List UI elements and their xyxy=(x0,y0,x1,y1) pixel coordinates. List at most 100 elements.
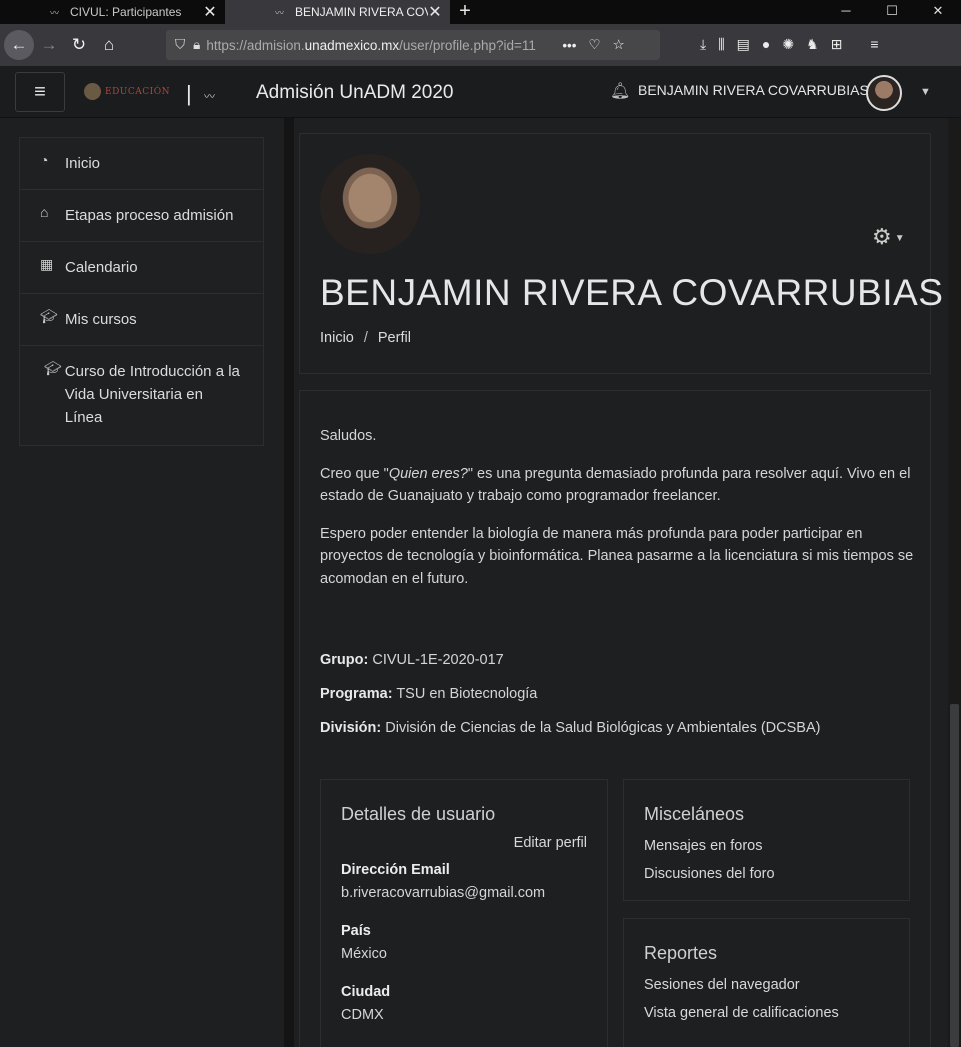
graduation-cap-icon: 🎓︎ xyxy=(40,308,58,324)
url-text: https://admision.unadmexico.mx/user/prof… xyxy=(206,37,536,53)
extension-icon[interactable]: ♞ xyxy=(806,36,819,53)
description-paragraph: Creo que "Quien eres?" es una pregunta d… xyxy=(320,465,911,505)
window-controls: ─ ☐ ✕ xyxy=(823,0,961,24)
maximize-icon[interactable]: ☐ xyxy=(869,0,915,24)
nav-drawer-toggle[interactable]: ≡ xyxy=(15,72,65,112)
minimize-icon[interactable]: ─ xyxy=(823,0,869,24)
reports-links: Sesiones del navegador Vista general de … xyxy=(644,972,839,1027)
description-greeting: Saludos. xyxy=(320,428,377,444)
sidebar-item-label: Curso de Introducción a la Vida Universi… xyxy=(64,363,240,426)
more-actions-icon[interactable]: ••• xyxy=(562,38,576,53)
site-favicon-icon: 〰 xyxy=(50,8,60,18)
misc-card: Misceláneos Mensajes en foros Discusione… xyxy=(623,779,910,901)
sidebar-item-label: Mis cursos xyxy=(65,311,137,328)
sidebar-icon[interactable]: ▤ xyxy=(737,36,750,53)
extension-icon[interactable]: ⊞ xyxy=(831,36,843,53)
reload-button[interactable]: ↻ xyxy=(64,30,94,60)
browser-tab-bar: 〰 CIVUL: Participantes ✕ 〰 BENJAMIN RIVE… xyxy=(0,0,961,24)
site-title[interactable]: Admisión UnADM 2020 xyxy=(256,82,453,104)
hamburger-menu-icon[interactable]: ≡ xyxy=(870,36,878,53)
gear-icon[interactable]: ⚙ ▼ xyxy=(872,224,905,250)
site-favicon-icon: 〰 xyxy=(275,8,285,18)
dashboard-icon: ◔ xyxy=(40,152,49,168)
chevron-down-icon[interactable]: ▼ xyxy=(920,86,931,98)
card-title: Detalles de usuario xyxy=(341,804,496,824)
forum-posts-link[interactable]: Mensajes en foros xyxy=(644,833,775,861)
back-button[interactable]: ← xyxy=(4,30,34,60)
scrollbar-thumb[interactable] xyxy=(950,704,959,1047)
tab-title: CIVUL: Participantes xyxy=(70,5,182,19)
avatar[interactable] xyxy=(866,75,902,111)
breadcrumb: Inicio / Perfil xyxy=(320,330,411,346)
browser-tab-active[interactable]: 〰 BENJAMIN RIVERA COVARRUBIAS ✕ xyxy=(225,0,450,24)
home-button[interactable]: ⌂ xyxy=(94,30,124,60)
avatar xyxy=(320,154,420,254)
graduation-cap-icon: 🎓︎ xyxy=(44,360,62,376)
drawer-gutter xyxy=(284,118,294,1047)
page-title: BENJAMIN RIVERA COVARRUBIAS xyxy=(320,272,944,313)
download-icon[interactable]: ⤓ xyxy=(700,36,706,53)
description-paragraph: Espero poder entender la biología de man… xyxy=(320,525,914,587)
bookmark-star-icon[interactable]: ☆ xyxy=(613,37,625,53)
sidebar-item-calendario[interactable]: ▦ Calendario xyxy=(20,242,263,294)
profile-field-division: División: División de Ciencias de la Sal… xyxy=(320,720,821,736)
edit-profile-link[interactable]: Editar perfil xyxy=(514,835,587,851)
detail-email: Dirección Email b.riveracovarrubias@gmail… xyxy=(341,862,546,901)
breadcrumb-separator: / xyxy=(363,330,368,346)
new-tab-button[interactable]: + xyxy=(450,0,480,24)
sidebar-item-etapas[interactable]: ⌂ Etapas proceso admisión xyxy=(20,190,263,242)
chevron-down-icon: ▼ xyxy=(894,232,905,244)
card-title: Misceláneos xyxy=(644,804,745,824)
custom-profile-fields: Grupo: CIVUL-1E-2020-017 Programa: TSU e… xyxy=(320,652,820,754)
calendar-icon: ▦ xyxy=(40,256,54,272)
forward-button[interactable]: → xyxy=(34,30,64,60)
reports-card: Reportes Sesiones del navegador Vista ge… xyxy=(623,918,910,1047)
profile-header: ⚙ ▼ BENJAMIN RIVERA COVARRUBIAS Inicio / Pe… xyxy=(299,133,943,374)
sidebar-item-label: Calendario xyxy=(65,259,138,276)
breadcrumb-current[interactable]: Perfil xyxy=(378,330,411,346)
sep-logo: EDUCACIÓN xyxy=(84,83,170,100)
seal-icon xyxy=(84,83,101,100)
browser-sessions-link[interactable]: Sesiones del navegador xyxy=(644,972,839,1000)
close-tab-icon[interactable]: ✕ xyxy=(203,2,217,22)
sidebar-item-mis-cursos[interactable]: 🎓︎ Mis cursos xyxy=(20,294,263,346)
browser-toolbar: ← → ↻ ⌂ ⛉ 🔒︎ https://admision.unadmexico… xyxy=(0,24,961,66)
extension-icon[interactable]: ✺ xyxy=(782,36,794,53)
browser-tab[interactable]: 〰 CIVUL: Participantes ✕ xyxy=(0,0,225,24)
unadm-logo: 〰 xyxy=(204,91,215,103)
user-menu-name[interactable]: BENJAMIN RIVERA COVARRUBIAS xyxy=(638,82,869,98)
page-scrollbar[interactable] xyxy=(948,118,961,1047)
close-window-icon[interactable]: ✕ xyxy=(915,0,961,24)
hamburger-icon: ≡ xyxy=(34,81,46,103)
logo-divider: | xyxy=(186,81,192,106)
library-icon[interactable]: ⫼ xyxy=(718,36,724,53)
profile-description: Saludos. Creo que "Quien eres?" es una p… xyxy=(320,425,915,605)
sidebar-item-label: Inicio xyxy=(65,155,101,172)
close-tab-icon[interactable]: ✕ xyxy=(428,2,442,22)
profile-field-programa: Programa: TSU en Biotecnología xyxy=(320,686,538,702)
email-value[interactable]: b.riveracovarrubias@gmail.com xyxy=(341,885,545,901)
grades-overview-link[interactable]: Vista general de calificaciones xyxy=(644,1000,839,1028)
site-header: ≡ EDUCACIÓN | 〰 Admisión UnADM 2020 🔔︎ B… xyxy=(0,66,961,118)
forum-discussions-link[interactable]: Discusiones del foro xyxy=(644,861,775,889)
breadcrumb-link-inicio[interactable]: Inicio xyxy=(320,330,354,346)
sidebar-item-label: Etapas proceso admisión xyxy=(65,207,234,224)
toolbar-icons: ⤓ ⫼ ▤ ● ✺ ♞ ⊞ ≡ xyxy=(700,36,879,53)
pocket-icon[interactable]: ♡ xyxy=(589,37,601,53)
nav-drawer: ◔ Inicio ⌂ Etapas proceso admisión ▦ Cal… xyxy=(19,137,264,446)
account-icon[interactable]: ● xyxy=(762,36,770,53)
sidebar-item-inicio[interactable]: ◔ Inicio xyxy=(20,138,263,190)
lock-icon: 🔒︎ xyxy=(193,37,201,52)
notifications-bell-icon[interactable]: 🔔︎ xyxy=(610,81,630,101)
misc-links: Mensajes en foros Discusiones del foro xyxy=(644,833,775,888)
home-icon: ⌂ xyxy=(40,204,49,220)
tab-title: BENJAMIN RIVERA COVARRUBIAS xyxy=(295,5,428,19)
user-details-card: Detalles de usuario Editar perfil Direcc… xyxy=(320,779,608,1047)
sidebar-item-curso[interactable]: 🎓︎ Curso de Introducción a la Vida Unive… xyxy=(20,346,263,445)
card-title: Reportes xyxy=(644,943,718,963)
detail-country: País México xyxy=(341,923,387,962)
detail-city: Ciudad CDMX xyxy=(341,984,391,1023)
shield-icon: ⛉ xyxy=(175,37,186,52)
url-bar[interactable]: ⛉ 🔒︎ https://admision.unadmexico.mx/user… xyxy=(166,30,660,60)
profile-field-grupo: Grupo: CIVUL-1E-2020-017 xyxy=(320,652,504,668)
